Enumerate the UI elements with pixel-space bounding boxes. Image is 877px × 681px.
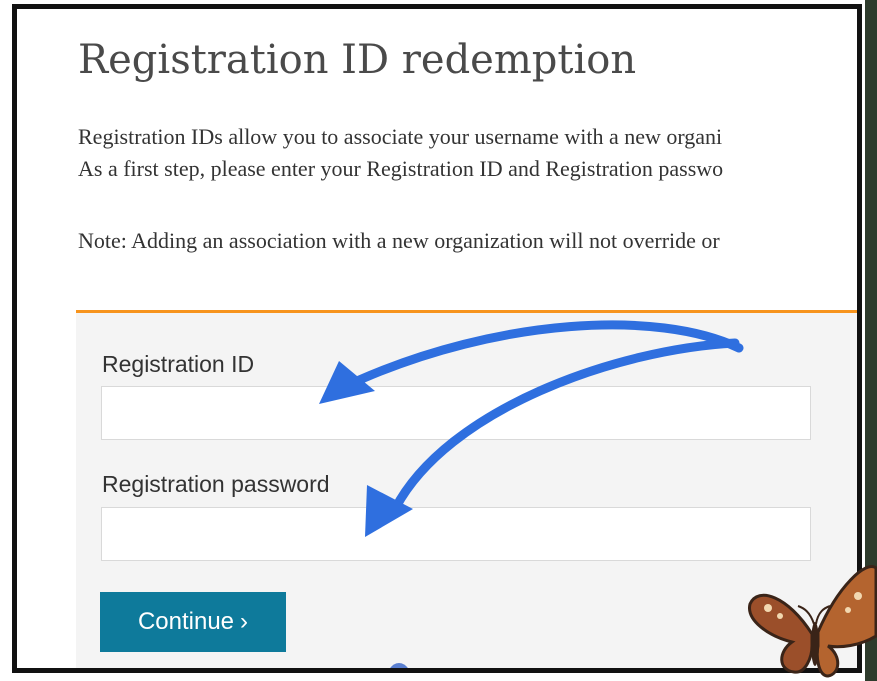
butterfly-illustration <box>748 565 877 678</box>
arrow-to-registration-password <box>365 338 740 537</box>
blue-flower-illustration <box>390 663 408 668</box>
annotation-arrows <box>319 320 744 537</box>
screenshot-frame: Registration ID redemption Registration … <box>12 4 862 673</box>
